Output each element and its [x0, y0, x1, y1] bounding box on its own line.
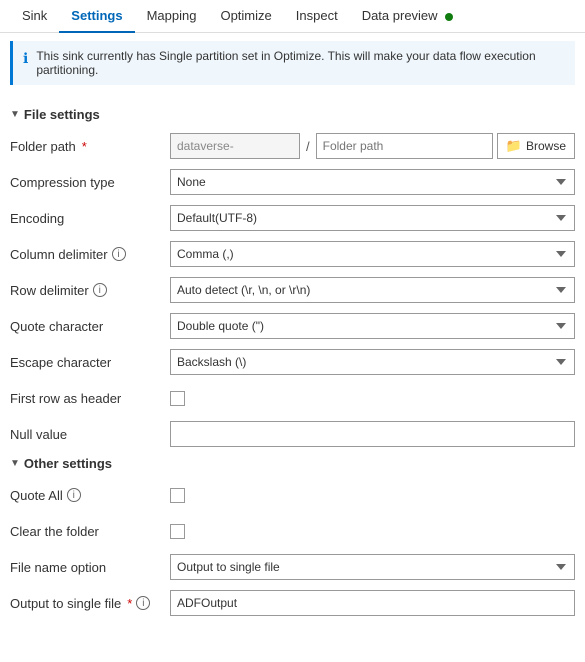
column-delimiter-row: Column delimiter i Comma (,) Tab (\t) Se… — [10, 240, 575, 268]
compression-type-row: Compression type None gzip bzip2 deflate — [10, 168, 575, 196]
escape-character-select[interactable]: Backslash (\) Double quote (") None — [170, 349, 575, 375]
other-collapse-triangle: ▼ — [10, 458, 20, 469]
output-required-marker: * — [127, 596, 132, 611]
output-to-single-file-row: Output to single file * i — [10, 589, 575, 617]
file-name-option-label: File name option — [10, 560, 170, 575]
quote-character-label: Quote character — [10, 319, 170, 334]
file-name-option-row: File name option Output to single file D… — [10, 553, 575, 581]
quote-all-row: Quote All i — [10, 481, 575, 509]
null-value-row: Null value — [10, 420, 575, 448]
encoding-control: Default(UTF-8) UTF-8 UTF-16 — [170, 205, 575, 231]
encoding-label: Encoding — [10, 211, 170, 226]
info-banner: ℹ This sink currently has Single partiti… — [10, 41, 575, 85]
column-delimiter-label: Column delimiter i — [10, 247, 170, 262]
status-dot — [445, 13, 453, 21]
compression-type-label: Compression type — [10, 175, 170, 190]
clear-folder-control — [170, 524, 575, 539]
row-delimiter-info-icon[interactable]: i — [93, 283, 107, 297]
first-row-as-header-row: First row as header — [10, 384, 575, 412]
escape-character-label: Escape character — [10, 355, 170, 370]
file-settings-label: File settings — [24, 107, 100, 122]
tab-mapping[interactable]: Mapping — [135, 0, 209, 33]
row-delimiter-select[interactable]: Auto detect (\r, \n, or \r\n) \r\n \n \r — [170, 277, 575, 303]
other-settings-header[interactable]: ▼ Other settings — [10, 456, 575, 471]
quote-all-control — [170, 488, 575, 503]
escape-character-row: Escape character Backslash (\) Double qu… — [10, 348, 575, 376]
quote-character-select[interactable]: Double quote (") Single quote (') None — [170, 313, 575, 339]
clear-folder-checkbox[interactable] — [170, 524, 185, 539]
column-delimiter-info-icon[interactable]: i — [112, 247, 126, 261]
file-settings-header[interactable]: ▼ File settings — [10, 107, 575, 122]
encoding-select[interactable]: Default(UTF-8) UTF-8 UTF-16 — [170, 205, 575, 231]
tab-sink[interactable]: Sink — [10, 0, 59, 33]
collapse-triangle: ▼ — [10, 109, 20, 120]
output-to-single-file-input[interactable] — [170, 590, 575, 616]
tab-inspect[interactable]: Inspect — [284, 0, 350, 33]
null-value-control — [170, 421, 575, 447]
encoding-row: Encoding Default(UTF-8) UTF-8 UTF-16 — [10, 204, 575, 232]
quote-all-checkbox[interactable] — [170, 488, 185, 503]
folder-path-control: / 📁 Browse — [170, 133, 575, 159]
folder-icon: 📁 — [506, 138, 522, 154]
quote-character-row: Quote character Double quote (") Single … — [10, 312, 575, 340]
folder-path-row: Folder path * / 📁 Browse — [10, 132, 575, 160]
folder-prefix-input[interactable] — [170, 133, 300, 159]
null-value-input[interactable] — [170, 421, 575, 447]
tab-bar: Sink Settings Mapping Optimize Inspect D… — [0, 0, 585, 33]
row-delimiter-label: Row delimiter i — [10, 283, 170, 298]
folder-path-input[interactable] — [316, 133, 493, 159]
tab-data-preview[interactable]: Data preview — [350, 0, 466, 33]
first-row-as-header-control — [170, 391, 575, 406]
first-row-as-header-label: First row as header — [10, 391, 170, 406]
row-delimiter-control: Auto detect (\r, \n, or \r\n) \r\n \n \r — [170, 277, 575, 303]
column-delimiter-control: Comma (,) Tab (\t) Semicolon (;) Pipe (|… — [170, 241, 575, 267]
compression-type-control: None gzip bzip2 deflate — [170, 169, 575, 195]
clear-folder-label: Clear the folder — [10, 524, 170, 539]
folder-path-label: Folder path * — [10, 139, 170, 154]
first-row-as-header-checkbox[interactable] — [170, 391, 185, 406]
output-to-single-file-label: Output to single file * i — [10, 596, 170, 611]
info-icon: ℹ — [23, 50, 28, 67]
quote-all-label: Quote All i — [10, 488, 170, 503]
output-info-icon[interactable]: i — [136, 596, 150, 610]
info-banner-text: This sink currently has Single partition… — [36, 49, 565, 77]
required-marker: * — [82, 139, 87, 154]
escape-character-control: Backslash (\) Double quote (") None — [170, 349, 575, 375]
clear-folder-row: Clear the folder — [10, 517, 575, 545]
quote-all-info-icon[interactable]: i — [67, 488, 81, 502]
form-area: ▼ File settings Folder path * / 📁 Browse… — [0, 93, 585, 635]
other-settings-label: Other settings — [24, 456, 112, 471]
path-separator: / — [304, 139, 312, 154]
file-name-option-select[interactable]: Output to single file Default Per partit… — [170, 554, 575, 580]
browse-button[interactable]: 📁 Browse — [497, 133, 575, 159]
compression-type-select[interactable]: None gzip bzip2 deflate — [170, 169, 575, 195]
output-to-single-file-control — [170, 590, 575, 616]
row-delimiter-row: Row delimiter i Auto detect (\r, \n, or … — [10, 276, 575, 304]
null-value-label: Null value — [10, 427, 170, 442]
quote-character-control: Double quote (") Single quote (') None — [170, 313, 575, 339]
file-name-option-control: Output to single file Default Per partit… — [170, 554, 575, 580]
column-delimiter-select[interactable]: Comma (,) Tab (\t) Semicolon (;) Pipe (|… — [170, 241, 575, 267]
tab-optimize[interactable]: Optimize — [208, 0, 283, 33]
tab-settings[interactable]: Settings — [59, 0, 134, 33]
